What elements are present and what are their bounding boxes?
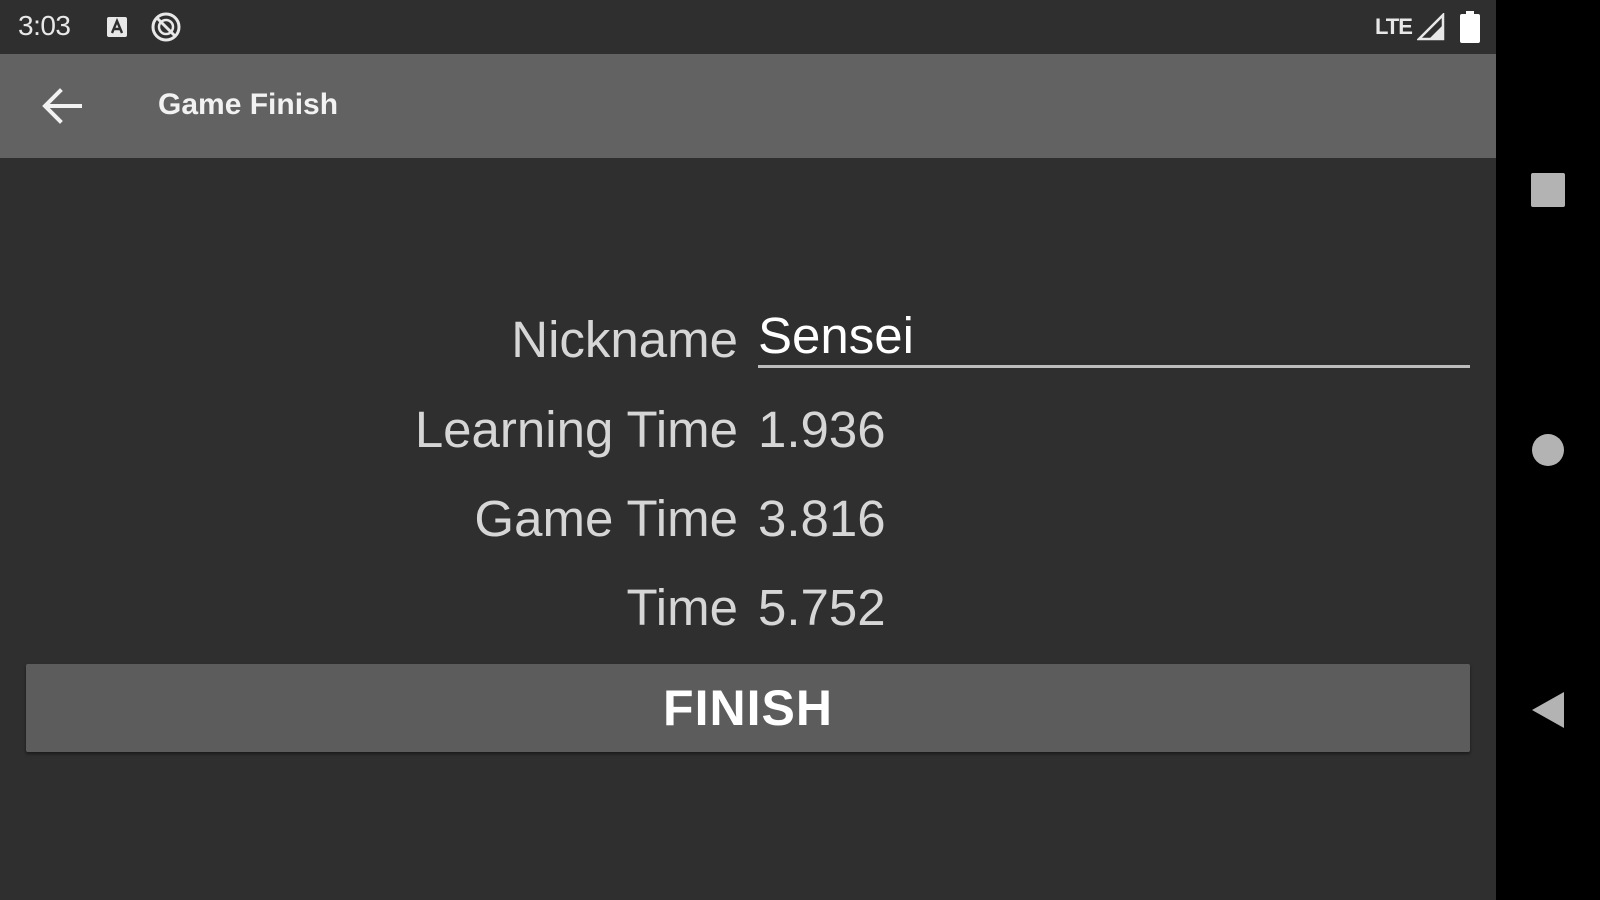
signal-icon bbox=[1417, 13, 1445, 41]
do-not-disturb-icon bbox=[151, 12, 181, 42]
finish-button[interactable]: FINISH bbox=[26, 664, 1470, 752]
status-bar: 3:03 LTE bbox=[0, 0, 1496, 54]
recents-square-icon bbox=[1531, 173, 1565, 207]
nickname-label: Nickname bbox=[511, 311, 738, 368]
nav-back-button[interactable] bbox=[1518, 680, 1578, 740]
network-type-label: LTE bbox=[1375, 14, 1413, 39]
learning-time-value: 1.936 bbox=[758, 401, 886, 458]
page-title: Game Finish bbox=[158, 88, 339, 121]
back-triangle-icon bbox=[1532, 692, 1564, 728]
app-bar: Game Finish bbox=[0, 54, 1496, 158]
recents-button[interactable] bbox=[1518, 160, 1578, 220]
notification-a-icon bbox=[107, 17, 127, 37]
app-screen: 3:03 LTE Game Finish Nickname Learnin bbox=[0, 0, 1496, 900]
game-time-value: 3.816 bbox=[758, 490, 886, 547]
home-button[interactable] bbox=[1518, 420, 1578, 480]
learning-time-label: Learning Time bbox=[414, 401, 738, 458]
battery-icon bbox=[1460, 11, 1480, 43]
nickname-field[interactable] bbox=[758, 306, 1470, 368]
status-time: 3:03 bbox=[18, 10, 71, 41]
game-time-label: Game Time bbox=[474, 490, 738, 547]
total-time-value: 5.752 bbox=[758, 579, 886, 636]
total-time-label: Time bbox=[626, 579, 738, 636]
arrow-left-icon bbox=[42, 88, 82, 124]
back-button[interactable] bbox=[30, 76, 94, 136]
navigation-bar bbox=[1496, 0, 1600, 900]
home-circle-icon bbox=[1532, 434, 1564, 466]
